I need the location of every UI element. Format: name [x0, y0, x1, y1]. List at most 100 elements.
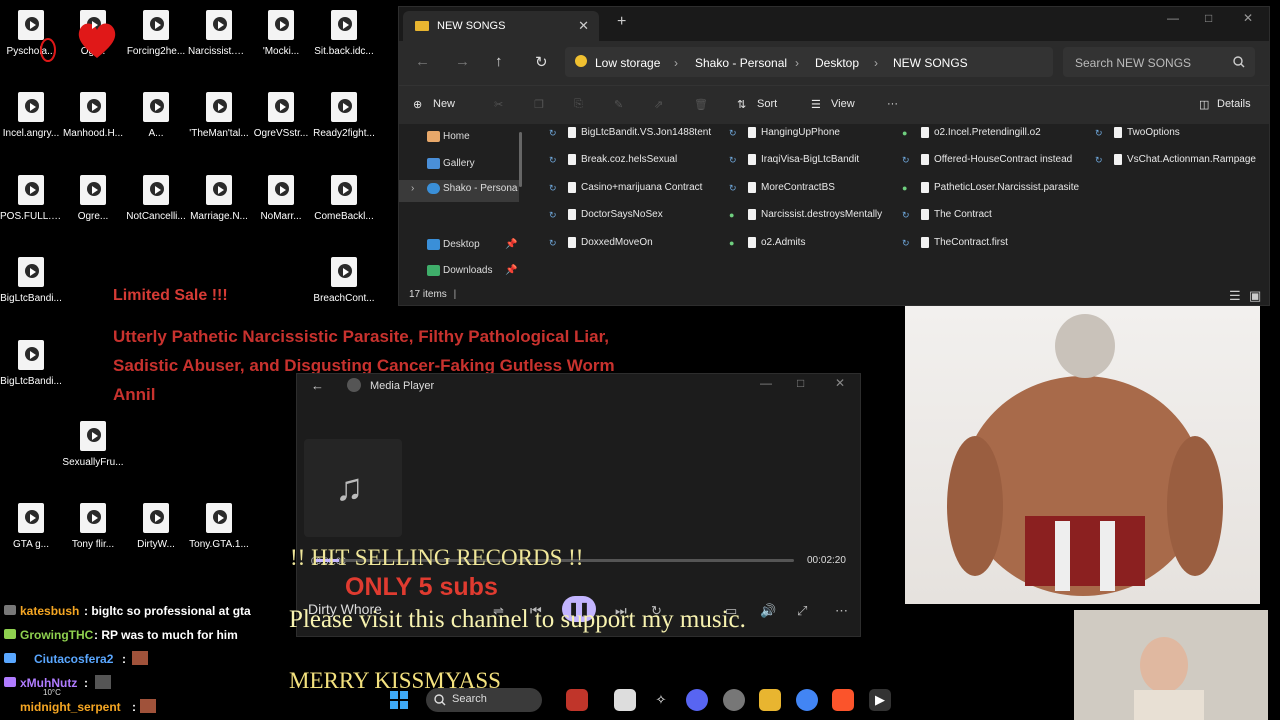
pin-icon[interactable]: 📌: [505, 239, 517, 250]
sidebar-item-home[interactable]: Home: [399, 128, 519, 150]
desktop-file-icon[interactable]: BigLtcBandi...: [0, 340, 62, 387]
chat-user[interactable]: GrowingTHC: [20, 628, 93, 642]
sidebar-item-desktop[interactable]: Desktop 📌: [399, 236, 519, 258]
paste-icon[interactable]: ⎘: [574, 98, 583, 111]
task-view-icon[interactable]: [614, 689, 636, 711]
desktop-file-icon[interactable]: Ready2fight...: [313, 92, 375, 139]
maximize-icon[interactable]: □: [797, 376, 804, 390]
desktop-file-icon[interactable]: OgreVSstr...: [250, 92, 312, 139]
volume-icon[interactable]: 🔊: [760, 603, 776, 619]
file-item[interactable]: ↻ IraqiVisa-BigLtcBandit: [729, 154, 901, 174]
file-item[interactable]: ● o2.Admits: [729, 237, 901, 257]
chat-user[interactable]: midnight_serpent: [20, 700, 121, 714]
file-item[interactable]: ↻ Break.coz.helsSexual: [549, 154, 721, 174]
copy-icon[interactable]: ❐: [534, 98, 544, 111]
file-item[interactable]: ↻ HangingUpPhone: [729, 127, 901, 147]
desktop-file-icon[interactable]: 'Mocki...: [250, 10, 312, 57]
details-button[interactable]: Details: [1217, 98, 1251, 110]
desktop-file-icon[interactable]: POS.FULL.N...: [0, 175, 62, 222]
more-options-icon[interactable]: ⋯: [835, 603, 848, 619]
file-item[interactable]: ↻ The Contract: [902, 209, 1074, 229]
file-item[interactable]: ↻ Offered-HouseContract instead: [902, 154, 1074, 174]
rename-icon[interactable]: ✎: [614, 98, 623, 111]
tile-view-icon[interactable]: ▣: [1249, 288, 1261, 304]
scrollbar[interactable]: [519, 132, 522, 187]
new-tab-button[interactable]: +: [617, 13, 626, 31]
brave-icon[interactable]: [832, 689, 854, 711]
minimize-icon[interactable]: —: [760, 376, 772, 390]
back-icon[interactable]: ←: [311, 378, 324, 393]
file-item[interactable]: ↻ DoxxedMoveOn: [549, 237, 721, 257]
desktop-file-icon[interactable]: 'TheMan'tal...: [188, 92, 250, 139]
desktop-file-icon[interactable]: Forcing2he...: [125, 10, 187, 57]
desktop-file-icon[interactable]: SexuallyFru...: [62, 421, 124, 468]
file-item[interactable]: ↻ VsChat.Actionman.Rampage: [1095, 154, 1267, 174]
desktop-file-icon[interactable]: Sit.back.idc...: [313, 10, 375, 57]
minimize-icon[interactable]: —: [1167, 11, 1179, 25]
desktop-file-icon[interactable]: Incel.angry...: [0, 92, 62, 139]
desktop-file-icon[interactable]: Tony flir...: [62, 503, 124, 550]
close-tab-icon[interactable]: ✕: [578, 18, 589, 34]
desktop-file-icon[interactable]: Narcissist.G...: [188, 10, 250, 57]
file-item[interactable]: ↻ TheContract.first: [902, 237, 1074, 257]
windows-start-icon[interactable]: [390, 691, 408, 709]
file-item[interactable]: ● Narcissist.destroysMentally: [729, 209, 901, 229]
address-bar[interactable]: Low storage › Shako - Personal › Desktop…: [565, 47, 1053, 77]
fullscreen-icon[interactable]: ⤢: [797, 603, 807, 619]
file-explorer-icon[interactable]: [759, 689, 781, 711]
capcut-icon[interactable]: ✧: [650, 689, 672, 711]
desktop-file-icon[interactable]: A...: [125, 92, 187, 139]
up-icon[interactable]: ↑: [495, 53, 503, 70]
file-item[interactable]: ● o2.Incel.Pretendingill.o2: [902, 127, 1074, 147]
chat-user[interactable]: Ciutacosfera2: [34, 652, 113, 666]
file-item[interactable]: ↻ BigLtcBandit.VS.Jon1488tent: [549, 127, 721, 147]
chat-user[interactable]: katesbush: [20, 604, 79, 618]
sidebar-item-shako-personal[interactable]: › Shako - Persona: [399, 180, 519, 202]
cut-icon[interactable]: ✂: [494, 98, 503, 111]
share-icon[interactable]: ⇗: [654, 98, 663, 111]
desktop-file-icon[interactable]: BigLtcBandi...: [0, 257, 62, 304]
desktop-file-icon[interactable]: Tony.GTA.1...: [188, 503, 250, 550]
chrome-icon[interactable]: [796, 689, 818, 711]
media-player-taskbar-icon[interactable]: ▶: [869, 689, 891, 711]
list-view-icon[interactable]: ☰: [1229, 288, 1241, 304]
maximize-icon[interactable]: □: [1205, 11, 1212, 25]
breadcrumb-desktop[interactable]: Desktop: [815, 56, 859, 70]
file-item[interactable]: ↻ DoctorSaysNoSex: [549, 209, 721, 229]
tab-new-songs[interactable]: NEW SONGS ✕: [403, 11, 599, 41]
delete-icon[interactable]: 🗑: [694, 98, 708, 111]
search-input[interactable]: Search NEW SONGS: [1063, 47, 1255, 77]
close-window-icon[interactable]: ✕: [1243, 11, 1253, 25]
view-button[interactable]: View: [831, 98, 855, 110]
festive-icon[interactable]: [566, 689, 588, 711]
file-item[interactable]: ● PatheticLoser.Narcissist.parasite: [902, 182, 1079, 202]
sidebar-item-gallery[interactable]: Gallery: [399, 155, 519, 177]
forward-icon[interactable]: →: [455, 53, 470, 70]
desktop-file-icon[interactable]: NotCancelli...: [125, 175, 187, 222]
desktop-file-icon[interactable]: NoMarr...: [250, 175, 312, 222]
file-item[interactable]: ↻ TwoOptions: [1095, 127, 1267, 147]
breadcrumb-new-songs[interactable]: NEW SONGS: [893, 56, 968, 70]
desktop-file-icon[interactable]: Ogre...: [62, 175, 124, 222]
desktop-file-icon[interactable]: Manhood.H...: [62, 92, 124, 139]
desktop-file-icon[interactable]: Marriage.N...: [188, 175, 250, 222]
back-icon[interactable]: ←: [415, 53, 430, 70]
taskbar-search[interactable]: Search: [426, 688, 542, 712]
breadcrumb-low-storage[interactable]: Low storage: [595, 56, 660, 70]
discord-icon[interactable]: [686, 689, 708, 711]
sort-button[interactable]: Sort: [757, 98, 777, 110]
file-item[interactable]: ↻ Casino+marijuana Contract: [549, 182, 721, 202]
file-item[interactable]: ↻ MoreContractBS: [729, 182, 901, 202]
new-button[interactable]: New: [433, 98, 455, 110]
desktop-file-icon[interactable]: BreachCont...: [313, 257, 375, 304]
desktop-file-icon[interactable]: DirtyW...: [125, 503, 187, 550]
sidebar-item-downloads[interactable]: Downloads 📌: [399, 262, 519, 284]
refresh-icon[interactable]: ↻: [535, 53, 548, 71]
more-options-button[interactable]: ···: [887, 98, 898, 110]
pin-icon[interactable]: 📌: [505, 265, 517, 276]
close-icon[interactable]: ✕: [835, 376, 845, 390]
desktop-file-icon[interactable]: ComeBackl...: [313, 175, 375, 222]
breadcrumb-shako[interactable]: Shako - Personal: [695, 56, 787, 70]
desktop-file-icon[interactable]: GTA g...: [0, 503, 62, 550]
obs-icon[interactable]: [723, 689, 745, 711]
